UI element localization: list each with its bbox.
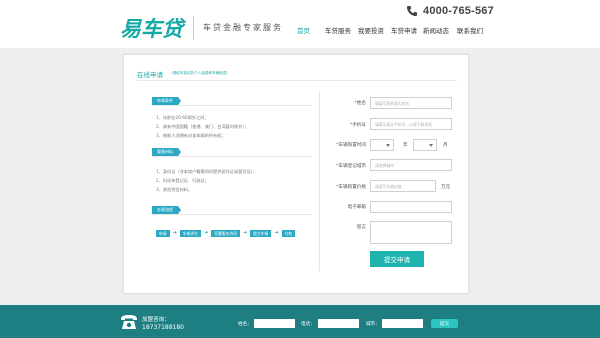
arrow-right-icon: ➜ [274, 230, 279, 236]
purchase-year-select[interactable] [370, 139, 394, 151]
mobile-input[interactable] [370, 118, 452, 130]
process-step: 车辆评估 [179, 230, 201, 237]
process-step: 提交车辆 [250, 230, 272, 237]
material-item: 2、机动车登记证、行驶证； [156, 178, 209, 183]
purchase-month-select[interactable] [413, 139, 437, 151]
year-unit: 年 [403, 143, 408, 148]
process-underline [152, 214, 312, 215]
footer-consult-title: 加盟咨询： [142, 317, 170, 323]
process-flow: 申请 ➜ 车辆评估 ➜ 签署服务合同 ➜ 提交车辆 ➜ 付款 [156, 230, 296, 237]
remark-label: 留言 [356, 225, 366, 230]
name-label: *姓名 [354, 101, 367, 106]
nav-loan-apply[interactable]: 车贷申请 [391, 25, 417, 35]
arrow-right-icon: ➜ [242, 230, 248, 236]
nav-contact[interactable]: 联系我们 [457, 25, 483, 35]
price-input[interactable] [370, 180, 436, 192]
footer-name-label: 姓名： [238, 322, 252, 327]
process-step: 申请 [156, 230, 170, 237]
price-unit: 万元 [441, 185, 451, 190]
nav-invest[interactable]: 我要投资 [358, 25, 384, 35]
nav-news[interactable]: 新闻动态 [423, 25, 449, 35]
telephone-icon [121, 315, 137, 329]
materials-tag: 要备材料 [152, 148, 181, 156]
card-divider [137, 80, 457, 81]
conditions-underline [152, 105, 312, 106]
email-label: 电子邮箱 [347, 205, 366, 210]
materials-underline [152, 156, 312, 157]
nav-home[interactable]: 首页 [297, 25, 310, 35]
process-step: 签署服务合同 [211, 230, 240, 237]
process-tag: 办理流程 [152, 206, 181, 214]
nav-loan-service[interactable]: 车贷服务 [325, 25, 351, 35]
phone-icon [407, 6, 417, 16]
name-input[interactable] [370, 97, 452, 109]
process-step: 付款 [281, 230, 296, 237]
hotline-number: 4000-765-567 [423, 5, 494, 17]
email-input[interactable] [370, 201, 452, 213]
mobile-label: *手机号 [349, 123, 366, 128]
city-label: *车辆登记城市 [336, 164, 366, 169]
footer-city-label: 城市： [366, 322, 380, 327]
footer-submit-button[interactable]: 提交 [431, 319, 458, 328]
card-title: 在线申请 [137, 71, 163, 79]
condition-item: 1、年龄在20-60周岁之间； [156, 115, 209, 120]
hotline: 4000-765-567 [406, 4, 494, 18]
condition-item: 2、具有中国国籍（香港、澳门、台湾暂时除外）； [156, 124, 249, 129]
arrow-right-icon: ➜ [203, 230, 209, 236]
price-label: *车辆购置价格 [336, 185, 366, 190]
column-divider [319, 91, 320, 271]
footer-phone-input[interactable] [318, 319, 359, 328]
main-nav: 首页 车贷服务 我要投资 车贷申请 新闻动态 联系我们 [0, 25, 600, 35]
submit-application-button[interactable]: 提交申请 [370, 251, 424, 267]
conditions-tag: 申请条件 [152, 97, 181, 105]
site-footer: 加盟咨询： 18737188180 姓名： 电话： 城市： 提交 [0, 305, 600, 338]
application-card: 在线申请 （请填写真实的个人信息和车辆信息） 申请条件 1、年龄在20-60周岁… [123, 54, 469, 294]
footer-phone-label: 电话： [301, 322, 315, 327]
remark-textarea[interactable] [370, 221, 452, 244]
city-input[interactable] [370, 159, 452, 171]
material-item: 1、身份证（非本地户籍需同时提供居住证或暂住证）； [156, 169, 258, 174]
condition-item: 3、借款人须拥有对该车辆的所有权； [156, 133, 226, 138]
footer-city-input[interactable] [382, 319, 423, 328]
site-header: 易车贷 车贷金融专家服务 4000-765-567 首页 车贷服务 我要投资 车… [0, 0, 600, 48]
month-unit: 月 [443, 143, 448, 148]
footer-name-input[interactable] [254, 319, 295, 328]
purchase-time-label: *车辆购置时间 [336, 143, 366, 148]
card-subtitle: （请填写真实的个人信息和车辆信息） [169, 71, 231, 75]
material-item: 3、其他资信材料。 [156, 187, 193, 192]
footer-consult-number: 18737188180 [142, 324, 184, 331]
arrow-right-icon: ➜ [172, 230, 177, 236]
